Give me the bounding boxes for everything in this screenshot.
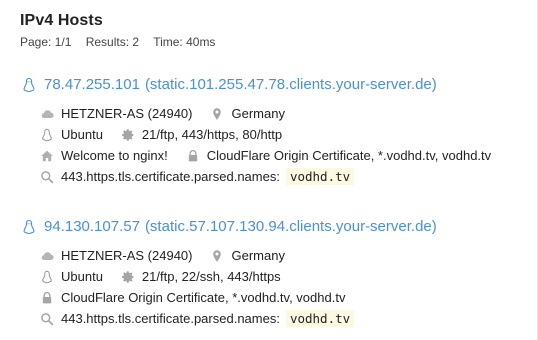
results-header: IPv4 Hosts Page: 1/1 Results: 2 Time: 40… <box>20 11 226 49</box>
certificate-names[interactable]: CloudFlare Origin Certificate, *.vodhd.t… <box>207 148 491 163</box>
cloud-icon <box>41 109 54 118</box>
lock-icon <box>42 291 52 303</box>
country[interactable]: Germany <box>231 248 284 263</box>
host-rdns-link[interactable]: (static.57.107.130.94.clients.your-serve… <box>145 217 437 237</box>
home-icon <box>41 150 53 161</box>
match-value: vodhd.tv <box>285 310 355 327</box>
match-field: 443.https.tls.certificate.parsed.names: <box>61 169 280 184</box>
lock-icon <box>188 149 197 161</box>
host-info-row: HETZNER-AS (24940) Germany <box>40 245 530 266</box>
os-name[interactable]: Ubuntu <box>61 269 103 284</box>
http-title[interactable]: Welcome to nginx! <box>61 148 168 163</box>
services-list[interactable]: 21/ftp, 22/ssh, 443/https <box>142 269 281 284</box>
services-list[interactable]: 21/ftp, 443/https, 80/http <box>142 127 282 142</box>
host-info-row: HETZNER-AS (24940) Germany <box>40 103 530 124</box>
host-ip-link[interactable]: 94.130.107.57 <box>44 217 140 237</box>
map-pin-icon <box>213 107 222 120</box>
linux-icon <box>42 270 52 283</box>
certificate-names[interactable]: CloudFlare Origin Certificate, *.vodhd.t… <box>61 290 345 305</box>
page-count: Page: 1/1 <box>20 35 72 49</box>
host-info-row: Welcome to nginx! CloudFlare Origin Cert… <box>40 145 530 166</box>
search-icon <box>41 170 54 183</box>
host-info-row: Ubuntu 21/ftp, 22/ssh, 443/https <box>40 266 530 287</box>
match-value: vodhd.tv <box>285 168 355 185</box>
query-time: Time: 40ms <box>153 35 216 49</box>
map-pin-icon <box>213 249 222 262</box>
cloud-icon <box>41 251 54 260</box>
as-name[interactable]: HETZNER-AS (24940) <box>61 106 192 121</box>
match-field: 443.https.tls.certificate.parsed.names: <box>61 311 280 326</box>
match-row: 443.https.tls.certificate.parsed.names: … <box>40 308 530 329</box>
host-title[interactable]: 94.130.107.57 (static.57.107.130.94.clie… <box>20 217 530 237</box>
host-title[interactable]: 78.47.255.101 (static.101.255.47.78.clie… <box>20 75 530 95</box>
host-ip-link[interactable]: 78.47.255.101 <box>44 75 140 95</box>
as-name[interactable]: HETZNER-AS (24940) <box>61 248 192 263</box>
host-result: 78.47.255.101 (static.101.255.47.78.clie… <box>20 75 530 187</box>
gear-icon <box>122 270 134 283</box>
host-result: 94.130.107.57 (static.57.107.130.94.clie… <box>20 217 530 329</box>
gear-icon <box>122 128 134 141</box>
match-row: 443.https.tls.certificate.parsed.names: … <box>40 166 530 187</box>
page-title: IPv4 Hosts <box>20 12 103 29</box>
country[interactable]: Germany <box>231 106 284 121</box>
host-info-row: CloudFlare Origin Certificate, *.vodhd.t… <box>40 287 530 308</box>
results-meta: Page: 1/1 Results: 2 Time: 40ms <box>20 35 226 49</box>
linux-icon <box>42 128 52 141</box>
linux-icon <box>23 219 35 235</box>
host-info-row: Ubuntu 21/ftp, 443/https, 80/http <box>40 124 530 145</box>
host-rdns-link[interactable]: (static.101.255.47.78.clients.your-serve… <box>145 75 437 95</box>
linux-icon <box>23 77 35 93</box>
results-count: Results: 2 <box>85 35 140 49</box>
search-icon <box>41 312 54 325</box>
os-name[interactable]: Ubuntu <box>61 127 103 142</box>
